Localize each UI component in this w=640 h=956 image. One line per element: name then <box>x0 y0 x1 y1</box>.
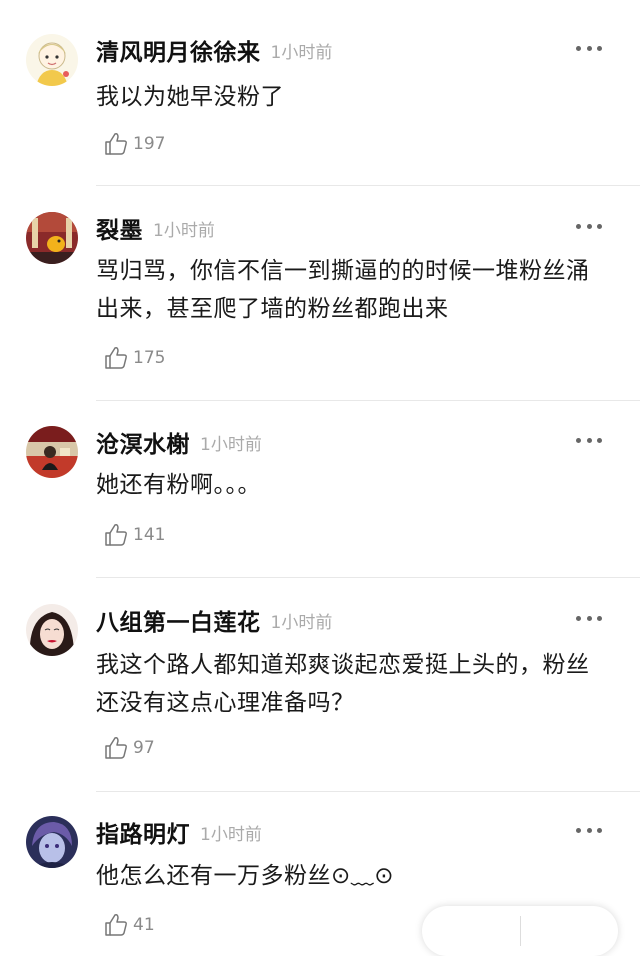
comment-text: 我以为她早没粉了 <box>96 84 284 110</box>
like-button[interactable]: 41 <box>103 910 155 940</box>
comment-text: 他怎么还有一万多粉丝⊙﹏⊙ <box>96 863 395 889</box>
timestamp: 1小时前 <box>200 434 262 455</box>
avatar[interactable] <box>26 212 78 264</box>
bottom-left-button[interactable] <box>422 906 520 956</box>
comment-text: 骂归骂，你信不信一到撕逼的的时候一堆粉丝涌出来，甚至爬了墙的粉丝都跑出来 <box>96 258 590 322</box>
divider <box>96 400 640 401</box>
like-count: 97 <box>133 738 155 758</box>
username[interactable]: 清风明月徐徐来 <box>96 33 261 67</box>
red-room-avatar-icon <box>26 212 78 264</box>
divider <box>96 185 640 186</box>
avatar[interactable] <box>26 34 78 86</box>
comment-header: 八组第一白莲花 1小时前 <box>96 604 332 636</box>
like-button[interactable]: 97 <box>103 733 155 763</box>
anime-boy-avatar-icon <box>26 816 78 868</box>
more-options-icon[interactable] <box>576 436 602 444</box>
comment-header: 清风明月徐徐来 1小时前 <box>96 34 332 66</box>
username[interactable]: 八组第一白莲花 <box>96 603 261 637</box>
thumbs-up-icon <box>105 133 127 155</box>
comment-text: 她还有粉啊。。。 <box>96 472 261 498</box>
more-options-icon[interactable] <box>576 826 602 834</box>
timestamp: 1小时前 <box>270 612 333 633</box>
more-options-icon[interactable] <box>576 614 602 622</box>
bottom-action-bar <box>422 906 618 956</box>
username[interactable]: 裂墨 <box>96 211 143 245</box>
like-count: 175 <box>133 348 166 368</box>
avatar[interactable] <box>26 816 78 868</box>
more-options-icon[interactable] <box>576 44 602 52</box>
stage-photo-avatar-icon <box>26 426 78 478</box>
timestamp: 1小时前 <box>270 42 333 63</box>
like-button[interactable]: 197 <box>103 129 165 159</box>
bottom-right-button[interactable] <box>521 906 619 956</box>
comment-header: 裂墨 1小时前 <box>96 212 215 244</box>
divider <box>96 791 640 792</box>
comment-header: 指路明灯 1小时前 <box>96 816 262 848</box>
username[interactable]: 指路明灯 <box>96 815 190 849</box>
avatar[interactable] <box>26 604 78 656</box>
timestamp: 1小时前 <box>200 824 262 845</box>
avatar[interactable] <box>26 426 78 478</box>
like-count: 197 <box>133 134 166 154</box>
username[interactable]: 沧溟水榭 <box>96 425 190 459</box>
cartoon-girl-avatar-icon <box>26 34 78 86</box>
thumbs-up-icon <box>105 737 127 759</box>
more-options-icon[interactable] <box>576 222 602 230</box>
timestamp: 1小时前 <box>153 220 215 241</box>
thumbs-up-icon <box>105 524 127 546</box>
like-count: 41 <box>133 915 155 935</box>
like-count: 141 <box>133 525 166 545</box>
like-button[interactable]: 141 <box>103 520 165 550</box>
like-button[interactable]: 175 <box>103 343 165 373</box>
woman-red-lips-avatar-icon <box>26 604 78 656</box>
divider <box>96 577 640 578</box>
thumbs-up-icon <box>105 914 127 936</box>
thumbs-up-icon <box>105 347 127 369</box>
comment-text: 我这个路人都知道郑爽谈起恋爱挺上头的，粉丝还没有这点心理准备吗？ <box>96 652 590 716</box>
comment-header: 沧溟水榭 1小时前 <box>96 426 262 458</box>
